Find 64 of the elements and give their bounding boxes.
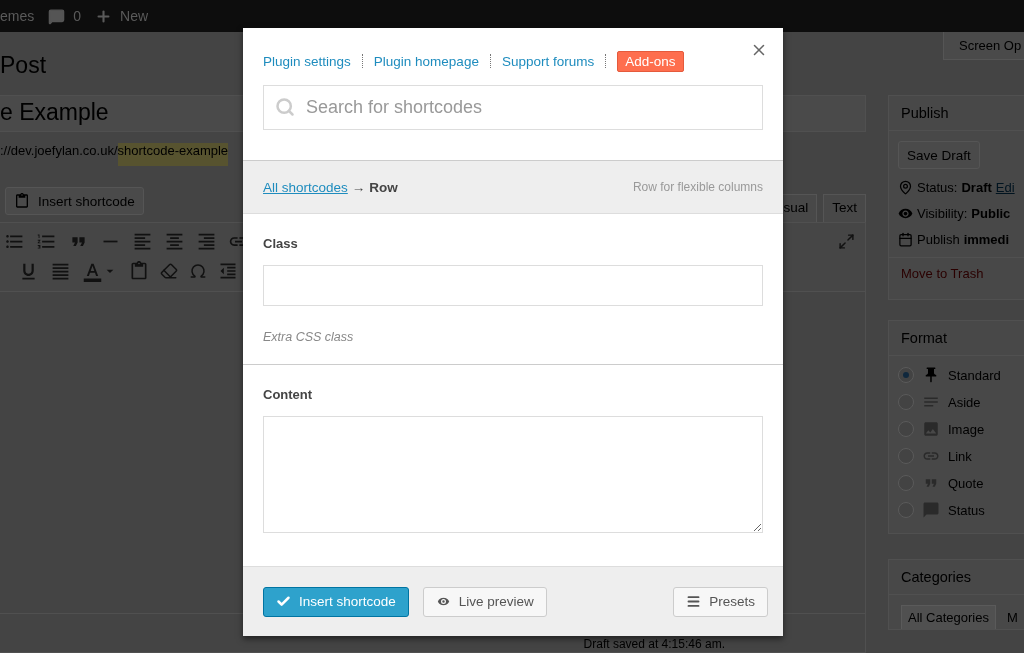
eye-icon (898, 206, 913, 221)
admin-bar-item[interactable]: emes (0, 8, 35, 24)
class-field[interactable] (263, 265, 763, 306)
admin-bar-item[interactable]: New (120, 8, 149, 24)
format-label: Standard (948, 367, 1001, 383)
save-status: Draft saved at 4:15:46 am. (583, 637, 725, 651)
admin-bar-item[interactable]: 0 (73, 8, 82, 24)
save-draft-button[interactable]: Save Draft (898, 141, 980, 169)
search-field[interactable]: Search for shortcodes (263, 85, 763, 130)
expand-icon[interactable] (838, 232, 855, 250)
header-link[interactable]: Support forums (501, 53, 595, 69)
page-heading: Post (0, 52, 47, 80)
publish-label: Visibility: (917, 206, 968, 221)
format-label: Link (948, 448, 972, 464)
editor-tab[interactable]: Text (823, 194, 866, 222)
clipboard-icon[interactable] (129, 261, 149, 281)
category-tab[interactable]: All Categories (901, 605, 996, 629)
omega-icon[interactable] (189, 262, 207, 280)
header-link[interactable]: Plugin settings (263, 53, 351, 69)
eye-icon (435, 594, 451, 609)
field-label: Class (263, 236, 299, 251)
calendar-icon (898, 232, 913, 247)
permalink-text: ://dev.joefylan.co.uk/ (0, 143, 118, 160)
box-title: Format (889, 321, 1024, 356)
trash-link[interactable]: Move to Trash (901, 266, 984, 281)
add-ons-badge[interactable]: Add-ons (617, 50, 684, 72)
plus-icon (95, 7, 113, 25)
content-field[interactable] (263, 416, 763, 533)
box-title: Publish (889, 96, 1024, 131)
comment-icon (48, 7, 66, 25)
search-icon (275, 97, 295, 117)
permalink-slug[interactable]: shortcode-example (117, 143, 229, 166)
check-icon (276, 594, 291, 609)
format-label: Quote (948, 475, 984, 491)
field-label: Content (263, 387, 314, 402)
image-icon (922, 420, 940, 438)
radio-button[interactable] (898, 367, 914, 383)
publish-value: Public (971, 206, 1011, 221)
breadcrumb-link[interactable]: All shortcodes (263, 179, 348, 195)
speech-bubble-icon (922, 501, 940, 519)
presets-button[interactable]: Presets (673, 586, 768, 617)
shortcode-description: Row for flexible columns (632, 180, 763, 194)
format-label: Aside (948, 394, 981, 410)
eraser-icon[interactable] (160, 262, 178, 280)
live-preview-button[interactable]: Live preview (422, 586, 547, 617)
publish-label: Publish (917, 232, 960, 247)
publish-label: Status: (917, 180, 958, 195)
breadcrumb-current: Row (369, 179, 398, 195)
format-label: Image (948, 421, 985, 437)
header-link[interactable]: Plugin homepage (373, 53, 479, 69)
breadcrumb-arrow: → (351, 179, 366, 195)
category-tab[interactable]: M (999, 605, 1024, 629)
publish-value: immedi (963, 232, 1010, 247)
insert-shortcode-button[interactable]: Insert shortcode (263, 586, 409, 617)
pin-icon (898, 180, 913, 195)
menu-icon (686, 594, 702, 609)
publish-value: Draft (961, 180, 992, 195)
format-label: Status (948, 502, 985, 518)
edit-link[interactable]: Edi (995, 180, 1015, 195)
outdent-icon[interactable] (218, 261, 238, 281)
insert-shortcode-button[interactable]: Insert shortcode (5, 187, 144, 215)
field-hint: Extra CSS class (263, 330, 355, 344)
screen-options-button[interactable]: Screen Op (943, 32, 1024, 60)
box-title: Categories (889, 560, 1024, 595)
